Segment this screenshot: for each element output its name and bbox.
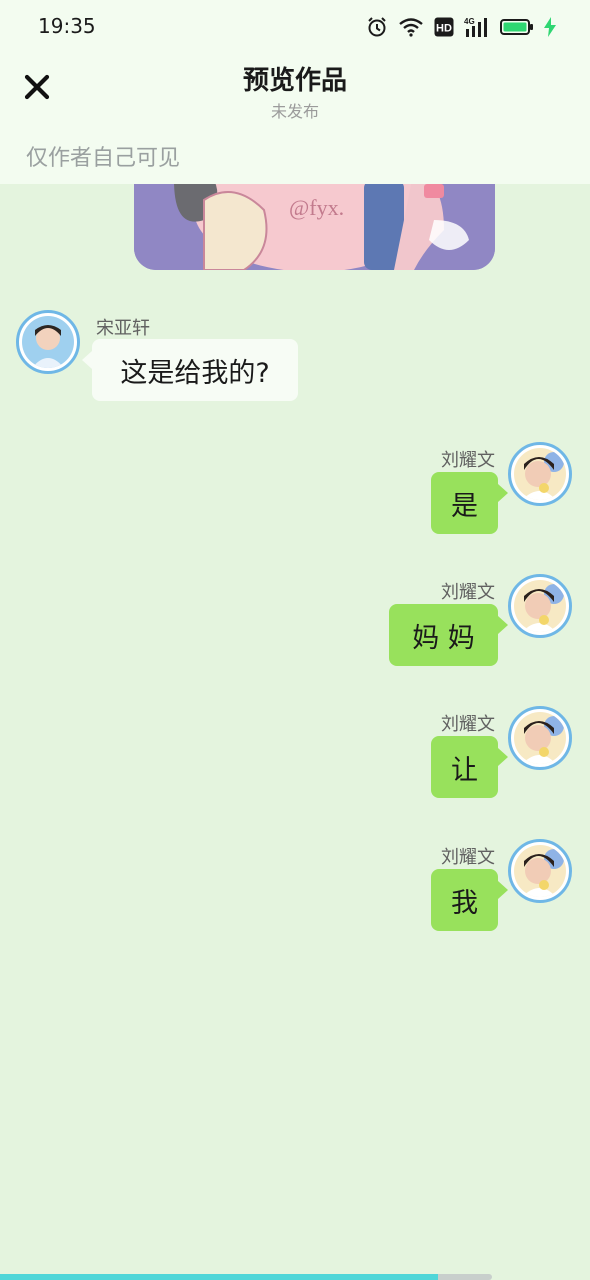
avatar-photo (514, 712, 566, 764)
avatar[interactable] (508, 839, 572, 903)
sender-name: 刘耀文 (441, 582, 495, 603)
sender-name: 刘耀文 (441, 714, 495, 735)
status-icons: HD 4G (366, 14, 556, 40)
sender-name: 刘耀文 (441, 847, 495, 868)
status-bar: 19:35 HD 4G (0, 0, 590, 52)
sender-name: 宋亚轩 (96, 318, 150, 339)
avatar-photo (514, 448, 566, 500)
status-time: 19:35 (38, 14, 96, 38)
top-header: 19:35 HD 4G 预览作品 未发布 仅作者自己可见 (0, 0, 590, 184)
publish-status: 未发布 (270, 102, 319, 121)
avatar[interactable] (508, 706, 572, 770)
charging-bolt-icon (544, 17, 556, 37)
signal-label: 4G (464, 17, 475, 26)
avatar-photo (514, 845, 566, 897)
avatar-photo (22, 316, 74, 368)
hd-badge-text: HD (436, 23, 452, 35)
playback-progress-bar[interactable] (0, 1274, 590, 1280)
message-bubble[interactable]: 是 (431, 472, 508, 534)
progress-fill (0, 1274, 438, 1280)
avatar[interactable] (508, 442, 572, 506)
chat-message: 刘耀文 是 (0, 432, 590, 542)
alarm-icon (368, 17, 386, 37)
chat-message: 刘耀文 我 (0, 829, 590, 939)
page-title: 预览作品 (242, 66, 347, 96)
message-bubble[interactable]: 这是给我的? (82, 339, 298, 401)
svg-text:@fyx.: @fyx. (289, 195, 344, 220)
chat-message: 刘耀文 让 (0, 696, 590, 806)
wifi-icon (399, 18, 423, 37)
message-bubble[interactable]: 让 (431, 736, 508, 798)
message-bubble[interactable]: 我 (431, 869, 508, 931)
visibility-note: 仅作者自己可见 (26, 146, 181, 171)
cellular-signal-icon: 4G (464, 17, 487, 37)
avatar[interactable] (16, 310, 80, 374)
hd-icon: HD (434, 17, 454, 37)
avatar-photo (514, 580, 566, 632)
chat-message: 刘耀文 妈 妈 (0, 564, 590, 674)
avatar[interactable] (508, 574, 572, 638)
message-bubble[interactable]: 妈 妈 (389, 604, 508, 666)
sender-name: 刘耀文 (441, 450, 495, 471)
battery-icon (500, 19, 533, 35)
progress-track (438, 1274, 492, 1280)
chat-preview-screen: @fyx. 19:35 HD 4G 预览作品 未发布 仅作者自己可见 宋亚轩 这… (0, 0, 590, 1280)
chat-message: 宋亚轩 这是给我的? (0, 300, 590, 410)
